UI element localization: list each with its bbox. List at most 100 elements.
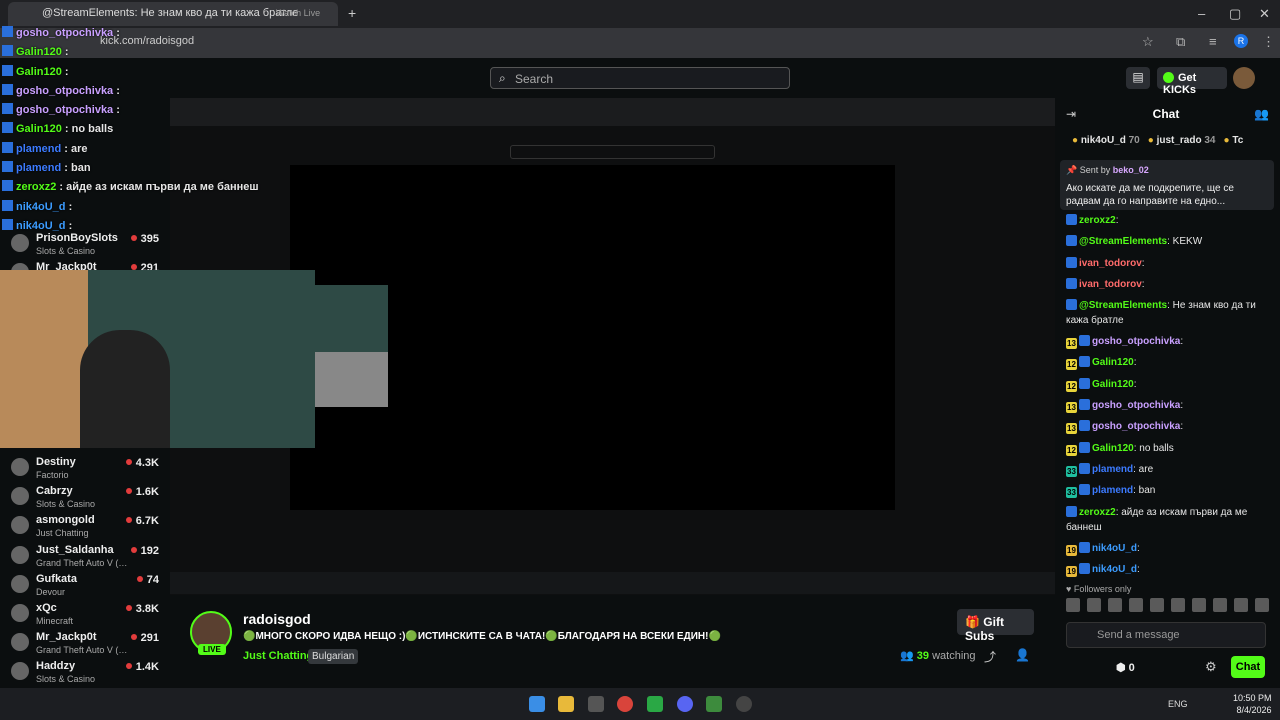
channel-category: Just Chatting: [36, 528, 89, 539]
chat-username[interactable]: @StreamElements: [1079, 236, 1167, 247]
obs-icon[interactable]: [736, 696, 752, 712]
channel-item[interactable]: Haddzy Slots & Casino 1.4K: [0, 656, 170, 685]
menu-dots-icon[interactable]: ⋮: [1262, 34, 1275, 50]
chat-text: :: [1180, 400, 1184, 412]
channel-item[interactable]: Gufkata Devour 74: [0, 569, 170, 598]
chat-text: :: [1133, 357, 1137, 369]
chat-message[interactable]: @StreamElements: KEKW: [1066, 231, 1272, 252]
streamer-name[interactable]: radoisgod: [243, 611, 311, 627]
chat-message[interactable]: 33 plamend: are: [1066, 459, 1272, 480]
chat-username[interactable]: nik4oU_d: [1092, 543, 1137, 554]
verified-badge-icon: [1079, 562, 1090, 574]
channel-category: Minecraft: [36, 615, 74, 626]
channel-name: Mr_Jackp0t: [36, 631, 97, 644]
channel-item[interactable]: Destiny Factorio 4.3K: [0, 452, 170, 481]
minecraft-icon[interactable]: [706, 696, 722, 712]
chat-username[interactable]: @StreamElements: [1079, 300, 1167, 311]
viewer-count: 395: [131, 233, 159, 245]
chat-message[interactable]: 13 gosho_otpochivka:: [1066, 416, 1272, 437]
profile-avatar[interactable]: R: [1234, 34, 1248, 48]
channel-name: Haddzy: [36, 660, 76, 673]
start-icon[interactable]: [529, 696, 545, 712]
chat-username[interactable]: Galin120: [1092, 379, 1134, 390]
close-icon[interactable]: ✕: [1259, 6, 1270, 22]
discord-icon[interactable]: [677, 696, 693, 712]
chat-message[interactable]: 19 nik4oU_d:: [1066, 559, 1272, 580]
channel-name: asmongold: [36, 514, 95, 527]
reading-list-icon[interactable]: ≡: [1209, 34, 1217, 49]
channel-avatar: [11, 603, 29, 622]
input-language[interactable]: ENG: [1168, 699, 1188, 709]
chat-message[interactable]: ivan_todorov:: [1066, 253, 1272, 274]
minimize-icon[interactable]: –: [1198, 6, 1205, 21]
chat-message[interactable]: 13 gosho_otpochivka:: [1066, 331, 1272, 352]
tab-title-2[interactable]: Watch Live: [276, 8, 320, 18]
chat-message[interactable]: @StreamElements: Не знам кво да ти кажа …: [1066, 295, 1272, 331]
library-icon[interactable]: ▤: [1126, 67, 1150, 89]
bookmark-star-icon[interactable]: ☆: [1142, 34, 1154, 50]
emote-bar[interactable]: [1066, 598, 1272, 616]
language-tag[interactable]: Bulgarian: [308, 649, 359, 664]
channel-points[interactable]: ⬢ 0: [1116, 661, 1135, 674]
chat-username[interactable]: gosho_otpochivka: [1092, 400, 1180, 411]
chat-message[interactable]: zeroxz2:: [1066, 210, 1272, 231]
chat-username[interactable]: plamend: [1092, 464, 1133, 475]
channel-item[interactable]: xQc Minecraft 3.8K: [0, 598, 170, 627]
file-explorer-icon[interactable]: [558, 696, 574, 712]
pinned-message[interactable]: 📌 Sent by beko_02 Ако искате да ме подкр…: [1060, 160, 1274, 210]
pinned-header: 📌 Sent by beko_02: [1066, 165, 1149, 175]
captured-search-box: [510, 145, 715, 159]
follow-user-icon[interactable]: 👤: [1015, 648, 1030, 662]
gift-subs-button[interactable]: 🎁 Gift Subs: [957, 609, 1034, 643]
chat-message[interactable]: 33 plamend: ban: [1066, 480, 1272, 501]
chat-username[interactable]: plamend: [1092, 485, 1133, 496]
extensions-icon[interactable]: ⧉: [1176, 34, 1185, 50]
send-message-input[interactable]: Send a message: [1066, 622, 1266, 648]
chat-users-icon[interactable]: 👥: [1254, 107, 1269, 121]
chat-username[interactable]: gosho_otpochivka: [1092, 336, 1180, 347]
captured-browser-bar: [170, 98, 1055, 126]
channel-item[interactable]: Mr_Jackp0t Grand Theft Auto V (G... 291: [0, 627, 170, 656]
chat-message[interactable]: 12 Galin120: no balls: [1066, 438, 1272, 459]
chat-message[interactable]: 12 Galin120:: [1066, 352, 1272, 373]
sub-badge: 13: [1066, 423, 1077, 435]
get-kicks-button[interactable]: Get KICKs: [1157, 67, 1227, 96]
store-icon[interactable]: [588, 696, 604, 712]
gear-icon[interactable]: ⚙: [1205, 659, 1217, 675]
channel-item[interactable]: asmongold Just Chatting 6.7K: [0, 510, 170, 539]
stream-category[interactable]: Just Chatting: [243, 650, 313, 662]
chat-text: :: [1137, 563, 1140, 575]
system-clock[interactable]: 10:50 PM 8/4/2026: [1233, 692, 1272, 716]
channel-item[interactable]: Cabrzy Slots & Casino 1.6K: [0, 481, 170, 510]
search-input[interactable]: ⌕ Search: [490, 67, 790, 89]
xbox-icon[interactable]: [647, 696, 663, 712]
user-avatar[interactable]: [1233, 67, 1255, 89]
chat-message[interactable]: 12 Galin120:: [1066, 374, 1272, 395]
sub-badge: 33: [1066, 487, 1077, 499]
new-tab-icon[interactable]: +: [348, 5, 356, 21]
chat-username[interactable]: nik4oU_d: [1092, 564, 1137, 575]
share-icon[interactable]: ⤴: [984, 648, 996, 665]
leader-entry[interactable]: ● nik4oU_d 70: [1072, 135, 1140, 146]
maximize-icon[interactable]: ▢: [1229, 6, 1241, 22]
kicks-coin-icon: [1163, 72, 1174, 83]
chrome-icon[interactable]: [617, 696, 633, 712]
chat-text: :: [1137, 542, 1140, 554]
chat-username[interactable]: zeroxz2: [1079, 215, 1116, 226]
chat-username[interactable]: gosho_otpochivka: [1092, 421, 1180, 432]
leader-entry[interactable]: ● just_rado 34: [1148, 135, 1216, 146]
leader-entry[interactable]: ● Tc: [1224, 135, 1244, 146]
chat-message[interactable]: 19 nik4oU_d:: [1066, 538, 1272, 559]
chat-username[interactable]: ivan_todorov: [1079, 279, 1142, 290]
chat-message[interactable]: zeroxz2: айде аз искам първи да ме банне…: [1066, 502, 1272, 538]
chat-message[interactable]: 13 gosho_otpochivka:: [1066, 395, 1272, 416]
chat-username[interactable]: Galin120: [1092, 357, 1134, 368]
chat-username[interactable]: ivan_todorov: [1079, 258, 1142, 269]
chat-send-button[interactable]: Chat: [1231, 656, 1265, 678]
channel-item[interactable]: Just_Saldanha Grand Theft Auto V (G... 192: [0, 540, 170, 569]
sub-badge: 33: [1066, 465, 1077, 477]
chat-message[interactable]: ivan_todorov:: [1066, 274, 1272, 295]
chat-username[interactable]: Galin120: [1092, 443, 1134, 454]
chat-username[interactable]: zeroxz2: [1079, 507, 1116, 518]
channel-item[interactable]: PrisonBoySlots Slots & Casino 395: [0, 228, 170, 257]
